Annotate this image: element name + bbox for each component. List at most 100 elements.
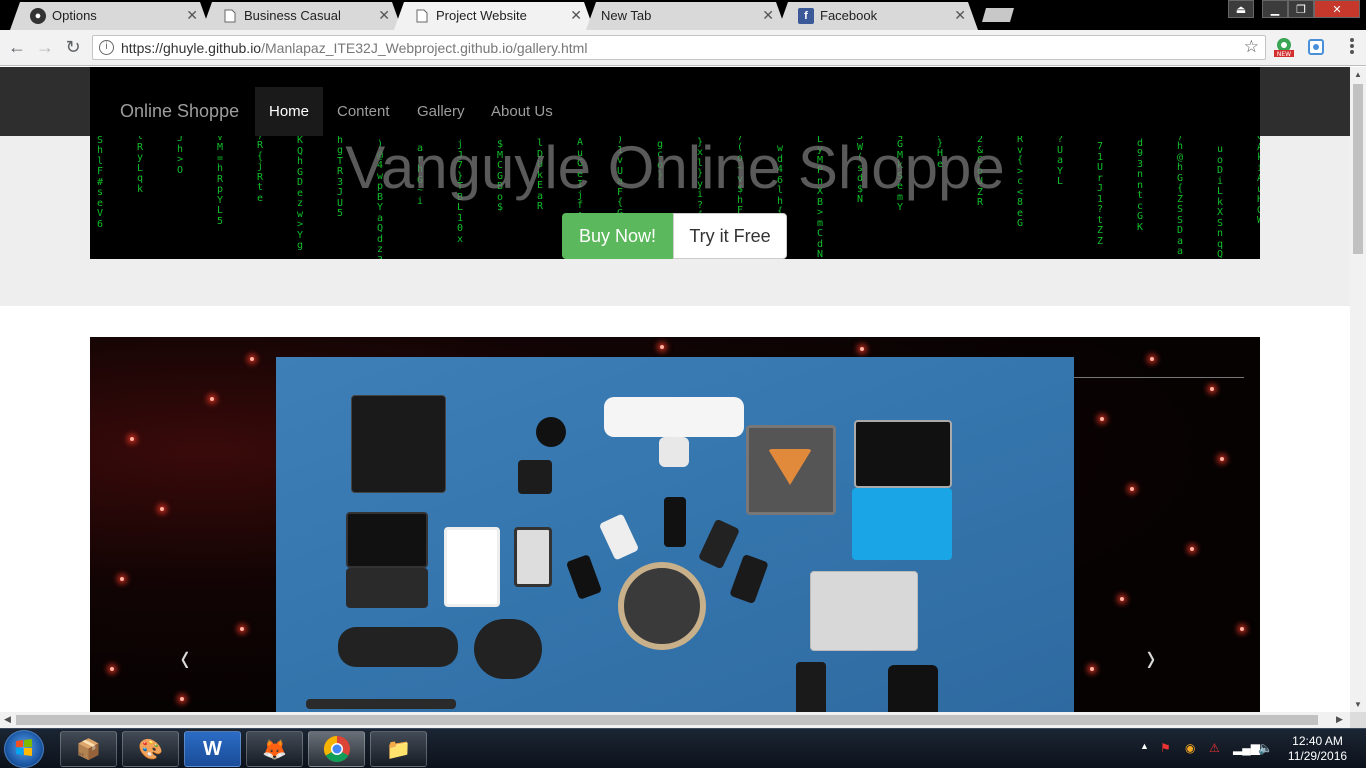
device-vr-controller xyxy=(338,627,458,667)
device-mac-pro xyxy=(888,665,938,712)
new-tab-button[interactable] xyxy=(982,8,1014,22)
volume-icon[interactable]: 🔈 xyxy=(1258,741,1273,755)
device-drone-camera xyxy=(659,437,689,467)
action-center-icon[interactable]: ⚑ xyxy=(1160,741,1171,755)
horizontal-scroll-thumb[interactable] xyxy=(16,715,1318,725)
info-icon[interactable]: i xyxy=(99,40,114,55)
tray-app-icon[interactable]: ◉ xyxy=(1185,741,1195,755)
device-roomba xyxy=(618,562,706,650)
tab-facebook[interactable]: f Facebook ✕ xyxy=(778,2,978,30)
tab-title: Facebook xyxy=(820,8,878,23)
page-icon xyxy=(414,8,430,24)
page-icon xyxy=(222,8,238,24)
tab-options[interactable]: ● Options ✕ xyxy=(10,2,210,30)
device-tablet-dark xyxy=(346,512,428,568)
window-close-button[interactable]: ✕ xyxy=(1314,0,1360,18)
tray-expand-icon[interactable]: ▲ xyxy=(1140,741,1149,751)
hero-jumbotron: I S h l F # s e V 6 l R y L q k < ? J h … xyxy=(90,136,1260,259)
maximize-button[interactable]: ❐ xyxy=(1288,0,1314,18)
tray-alert-icon[interactable]: ⚠ xyxy=(1209,741,1220,755)
explorer-icon[interactable]: 📁 xyxy=(370,731,427,767)
reload-icon[interactable]: ↻ xyxy=(62,37,84,58)
tab-business-casual[interactable]: Business Casual ✕ xyxy=(202,2,402,30)
buy-now-button[interactable]: Buy Now! xyxy=(562,213,673,259)
paint-icon[interactable]: 🎨 xyxy=(122,731,179,767)
light-spark xyxy=(1210,387,1214,391)
network-icon[interactable]: ▂▄▆ xyxy=(1233,741,1260,755)
light-spark xyxy=(1130,487,1134,491)
forward-icon[interactable]: → xyxy=(34,37,56,58)
carousel-prev-icon[interactable]: ‹ xyxy=(181,633,189,681)
bookmark-star-icon[interactable]: ☆ xyxy=(1244,37,1259,57)
chrome-icon[interactable] xyxy=(308,731,365,767)
user-icon[interactable]: ⏏ xyxy=(1228,0,1254,18)
device-keyboard xyxy=(346,568,428,608)
light-spark xyxy=(1100,417,1104,421)
light-spark xyxy=(160,507,164,511)
vertical-scrollbar[interactable]: ▲ ▼ xyxy=(1350,67,1366,712)
vertical-scroll-thumb[interactable] xyxy=(1353,84,1363,254)
start-button[interactable] xyxy=(4,730,44,768)
close-icon[interactable]: ✕ xyxy=(186,7,198,24)
page-viewport: Online Shoppe Home Content Gallery About… xyxy=(0,67,1350,712)
scroll-up-arrow[interactable]: ▲ xyxy=(1350,70,1366,79)
extension-icon[interactable] xyxy=(1305,36,1327,58)
clock-time: 12:40 AM xyxy=(1292,734,1343,748)
firefox-glyph: 🦊 xyxy=(262,738,287,761)
device-surface-screen xyxy=(854,420,952,488)
device-echo xyxy=(796,662,826,712)
winrar-icon[interactable]: 📦 xyxy=(60,731,117,767)
address-bar[interactable]: i https://ghuyle.github.io/Manlapaz_ITE3… xyxy=(92,35,1266,60)
device-surface-keyboard xyxy=(852,488,952,560)
tab-title: New Tab xyxy=(601,8,652,23)
scroll-down-arrow[interactable]: ▼ xyxy=(1350,700,1366,709)
close-icon[interactable]: ✕ xyxy=(570,7,582,24)
scroll-left-arrow[interactable]: ◀ xyxy=(4,714,11,725)
nav-content[interactable]: Content xyxy=(323,87,404,136)
nav-about-us[interactable]: About Us xyxy=(477,87,567,136)
light-spark xyxy=(1190,547,1194,551)
explorer-glyph: 📁 xyxy=(386,738,411,761)
device-phone-white xyxy=(598,513,640,561)
device-vr-headset xyxy=(474,619,542,679)
device-macbook xyxy=(810,571,918,651)
device-ereader xyxy=(514,527,552,587)
tab-new-tab[interactable]: New Tab ✕ xyxy=(586,2,786,30)
scrollbar-corner xyxy=(1350,712,1366,728)
word-icon[interactable]: W xyxy=(184,731,241,767)
try-free-button[interactable]: Try it Free xyxy=(673,213,787,259)
back-icon[interactable]: ← xyxy=(6,37,28,58)
word-glyph: W xyxy=(203,737,222,760)
scroll-right-arrow[interactable]: ▶ xyxy=(1336,714,1343,725)
tab-title: Project Website xyxy=(436,8,527,23)
carousel-next-icon[interactable]: › xyxy=(1147,633,1155,681)
site-brand[interactable]: Online Shoppe xyxy=(120,101,239,122)
site-navbar: Online Shoppe Home Content Gallery About… xyxy=(90,67,1260,136)
device-console xyxy=(351,395,446,493)
system-clock[interactable]: 12:40 AM 11/29/2016 xyxy=(1280,734,1355,764)
close-icon[interactable]: ✕ xyxy=(378,7,390,24)
close-icon[interactable]: ✕ xyxy=(762,7,774,24)
close-icon[interactable]: ✕ xyxy=(954,7,966,24)
light-spark xyxy=(660,345,664,349)
extension-new-icon[interactable]: NEW xyxy=(1273,36,1295,58)
light-spark xyxy=(1120,597,1124,601)
chrome-logo xyxy=(323,735,350,763)
light-spark xyxy=(110,667,114,671)
light-spark xyxy=(1090,667,1094,671)
light-spark xyxy=(210,397,214,401)
minimize-button[interactable]: ▁ xyxy=(1262,0,1288,18)
nav-home[interactable]: Home xyxy=(255,87,324,136)
device-drone xyxy=(604,397,744,437)
device-phone-small xyxy=(565,554,603,600)
tab-project-website[interactable]: Project Website ✕ xyxy=(394,2,594,30)
nav-gallery[interactable]: Gallery xyxy=(403,87,479,136)
gallery-carousel: ‹ › xyxy=(90,337,1260,712)
device-appletv xyxy=(518,460,552,494)
horizontal-scrollbar[interactable]: ◀ ▶ xyxy=(0,712,1350,728)
device-ipad xyxy=(444,527,500,607)
facebook-icon: f xyxy=(798,8,814,24)
chrome-menu-icon[interactable] xyxy=(1350,38,1354,56)
svg-text:NEW: NEW xyxy=(1277,51,1291,58)
firefox-icon[interactable]: 🦊 xyxy=(246,731,303,767)
